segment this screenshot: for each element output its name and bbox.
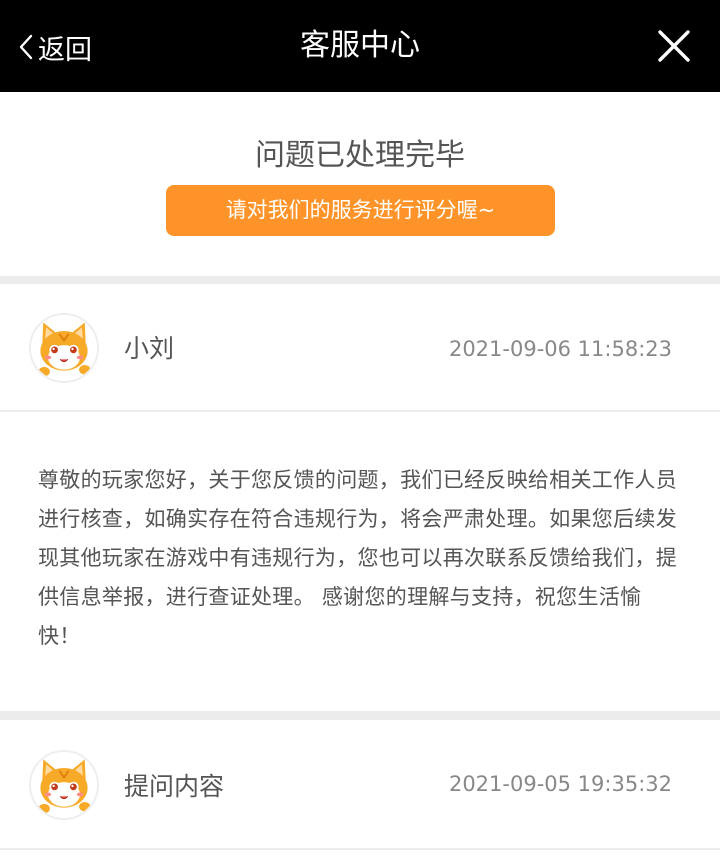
- top-bar: 返回 客服中心: [0, 0, 720, 92]
- back-label: 返回: [38, 34, 92, 66]
- reply-timestamp: 2021-09-06 11:58:23: [448, 337, 672, 361]
- cat-avatar-icon: [29, 313, 99, 383]
- page-title: 客服中心: [300, 28, 420, 63]
- close-button[interactable]: [656, 28, 692, 64]
- chevron-left-icon: [19, 34, 33, 60]
- question-header-row: 提问内容 2021-09-05 19:35:32: [0, 720, 720, 850]
- agent-name: 小刘: [124, 334, 175, 363]
- reply-header-row: 小刘 2021-09-06 11:58:23: [0, 284, 720, 412]
- cat-avatar-icon: [29, 750, 99, 820]
- question-timestamp: 2021-09-05 19:35:32: [448, 772, 672, 796]
- reply-message-text: 尊敬的玩家您好，关于您反馈的问题，我们已经反映给相关工作人员进行核查，如确实存在…: [38, 468, 677, 648]
- section-divider: [0, 711, 720, 720]
- status-panel: 问题已处理完毕 请对我们的服务进行评分喔~: [0, 92, 720, 276]
- section-divider: [0, 276, 720, 284]
- close-icon: [658, 30, 690, 62]
- status-text: 问题已处理完毕: [255, 138, 465, 173]
- question-label: 提问内容: [124, 772, 225, 801]
- rate-service-button[interactable]: 请对我们的服务进行评分喔~: [166, 185, 555, 236]
- reply-message: 尊敬的玩家您好，关于您反馈的问题，我们已经反映给相关工作人员进行核查，如确实存在…: [0, 412, 720, 711]
- back-button[interactable]: 返回: [18, 26, 92, 68]
